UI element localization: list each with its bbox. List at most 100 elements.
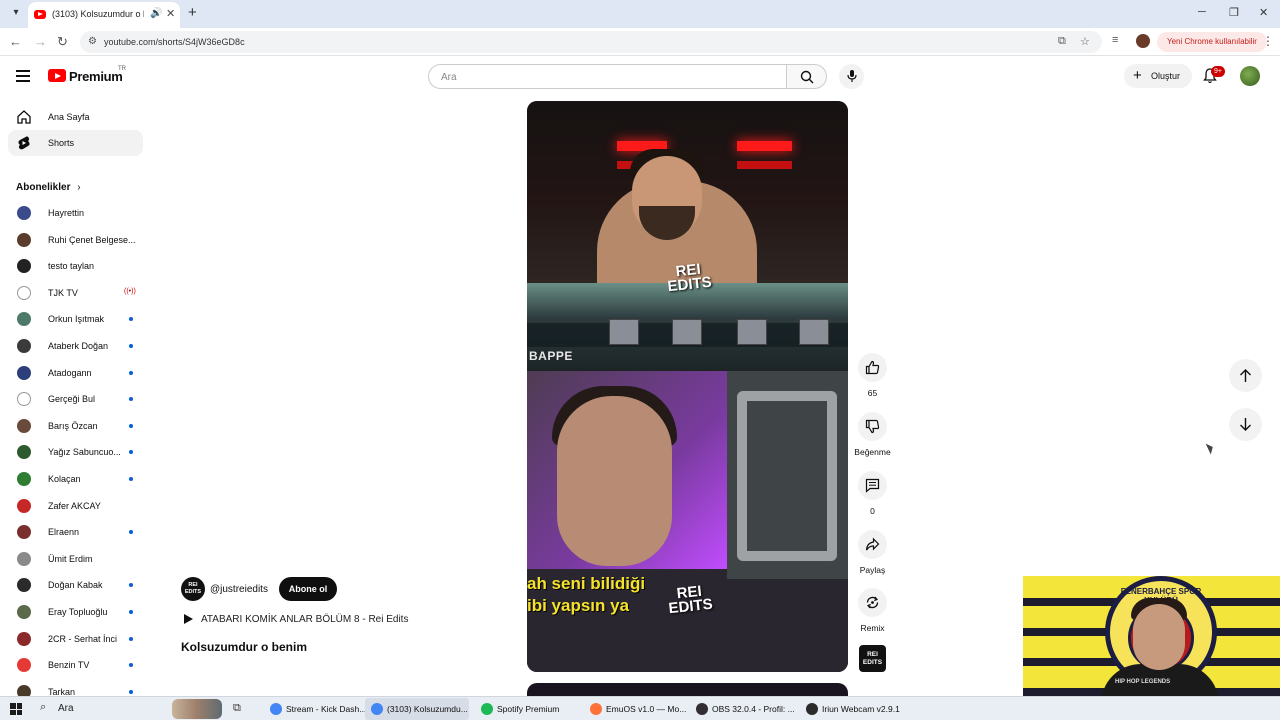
like-button[interactable] xyxy=(858,353,887,382)
subscription-item[interactable]: 2CR - Serhat İnci xyxy=(8,626,143,652)
subscription-item[interactable]: testo taylan xyxy=(8,253,143,279)
forward-icon[interactable]: → xyxy=(34,34,47,49)
windows-start-icon[interactable] xyxy=(10,703,22,715)
next-short-button[interactable] xyxy=(1229,408,1262,441)
tab-close-icon[interactable]: ✕ xyxy=(166,7,175,20)
taskbar-app[interactable]: OBS 32.0.4 - Profil: ... xyxy=(690,698,795,720)
taskbar-app[interactable]: EmuOS v1.0 — Mo... xyxy=(584,698,686,720)
channel-avatar xyxy=(17,658,31,673)
address-bar[interactable]: ⚙ youtube.com/shorts/S4jW36eGD8c ⧉ ☆ xyxy=(80,31,1102,53)
channel-avatar xyxy=(17,339,31,353)
media-control-icon[interactable]: ≡ xyxy=(1112,34,1118,46)
subscription-label: Eray Topluoğlu xyxy=(48,607,108,617)
subscription-item[interactable]: Doğan Kabak xyxy=(8,572,143,598)
taskbar-app[interactable]: Iriun Webcam v2.9.1 xyxy=(800,698,900,720)
youtube-brand[interactable]: Premium xyxy=(69,69,123,84)
search-input[interactable]: Ara xyxy=(428,64,786,89)
subscription-item[interactable]: Benzin TV xyxy=(8,652,143,678)
chrome-update-button[interactable]: Yeni Chrome kullanılabilir xyxy=(1157,32,1267,52)
chrome-menu-icon[interactable]: ⋮ xyxy=(1262,34,1274,48)
back-icon[interactable]: ← xyxy=(9,34,22,49)
voice-search-button[interactable] xyxy=(839,64,864,89)
subscription-item[interactable]: TJK TV ((•)) xyxy=(8,280,143,306)
subscription-label: Yağız Sabuncuo... xyxy=(48,447,121,458)
share-button[interactable] xyxy=(858,530,887,559)
taskbar-app[interactable]: Spotify Premium xyxy=(475,698,575,720)
subscription-item[interactable]: Hayrettin xyxy=(8,200,143,226)
window-close-icon[interactable]: ✕ xyxy=(1259,6,1268,19)
remix-icon xyxy=(866,596,879,609)
subscription-label: Doğan Kabak xyxy=(48,580,103,591)
site-info-icon[interactable]: ⚙ xyxy=(88,36,97,47)
youtube-logo-icon[interactable] xyxy=(48,69,66,82)
browser-tab[interactable]: (3103) Kolsuzumdur o benim 🔊 ✕ xyxy=(28,2,180,28)
caption-line: ibi yapsın ya xyxy=(527,596,630,615)
subscriptions-heading[interactable]: Abonelikler › xyxy=(16,182,81,193)
sound-channel-logo[interactable]: REI EDITS xyxy=(859,645,886,672)
bookmark-star-icon[interactable]: ☆ xyxy=(1080,35,1090,48)
dislike-button[interactable] xyxy=(858,412,887,441)
subscription-item[interactable]: Ruhi Çenet Belgese... xyxy=(8,227,143,253)
reload-icon[interactable]: ↻ xyxy=(57,34,68,50)
subscription-item[interactable]: Gerçeği Bul xyxy=(8,386,143,412)
subscription-item[interactable]: Zafer AKCAY xyxy=(8,493,143,519)
subscription-label: Benzin TV xyxy=(48,660,90,671)
channel-avatar xyxy=(17,684,31,696)
taskbar-app[interactable]: (3103) Kolsuzumdu... xyxy=(365,698,469,720)
share-icon xyxy=(865,537,880,551)
subscription-label: Kolaçan xyxy=(48,474,81,484)
remix-button[interactable] xyxy=(858,588,887,617)
playlist-play-icon[interactable] xyxy=(184,614,193,624)
sidebar-item-shorts[interactable]: Shorts xyxy=(8,130,143,156)
restore-icon[interactable]: ❐ xyxy=(1229,6,1239,19)
channel-avatar xyxy=(17,365,31,380)
minimize-icon[interactable]: ─ xyxy=(1198,6,1206,18)
subscription-item[interactable]: Barış Özcan xyxy=(8,413,143,439)
subscription-item[interactable]: Ümit Erdim xyxy=(8,546,143,572)
profile-avatar[interactable] xyxy=(1136,34,1150,48)
channel-avatar[interactable]: REI EDITS xyxy=(181,577,205,601)
previous-short-button[interactable] xyxy=(1229,359,1262,392)
subscription-label: 2CR - Serhat İnci xyxy=(48,633,118,644)
taskbar-app-label: Spotify Premium xyxy=(497,704,560,714)
subscribe-button[interactable]: Abone ol xyxy=(279,577,337,601)
taskbar-search-label[interactable]: Ara xyxy=(58,703,74,714)
playlist-title[interactable]: ATABARI KOMİK ANLAR BÖLÜM 8 - Rei Edits xyxy=(201,614,408,625)
task-view-icon[interactable]: ⧉ xyxy=(233,702,241,715)
account-avatar[interactable] xyxy=(1240,66,1260,86)
search-button[interactable] xyxy=(786,64,827,89)
menu-icon[interactable] xyxy=(16,70,30,82)
subscription-item[interactable]: Ataberk Doğan xyxy=(8,333,143,359)
new-tab-icon[interactable]: + xyxy=(188,4,197,21)
channel-avatar xyxy=(17,498,31,513)
subscription-item[interactable]: Kolaçan xyxy=(8,466,143,492)
comments-button[interactable] xyxy=(858,471,887,500)
taskbar-app[interactable]: Stream - Kick Dash... xyxy=(264,698,366,720)
subscription-item[interactable]: Atadogann xyxy=(8,360,143,386)
short-video-player[interactable]: BAPPE ah seni bilidiği ibi yapsın ya REI… xyxy=(527,101,848,672)
install-app-icon[interactable]: ⧉ xyxy=(1058,35,1066,48)
channel-handle[interactable]: @justreiedits xyxy=(210,584,268,595)
taskbar-app-label: (3103) Kolsuzumdu... xyxy=(387,704,468,714)
subscription-item[interactable]: Orkun Işıtmak xyxy=(8,306,143,332)
subscription-item[interactable]: Tarkan xyxy=(8,679,143,696)
tab-search-icon[interactable]: ▾ xyxy=(8,5,24,21)
sidebar-item-home[interactable]: Ana Sayfa xyxy=(8,104,143,130)
sidebar-item-label: Ana Sayfa xyxy=(48,112,90,122)
create-button[interactable]: + Oluştur xyxy=(1124,64,1192,88)
subscription-label: Zafer AKCAY xyxy=(48,500,101,511)
taskbar-search-icon[interactable]: ⌕ xyxy=(40,701,46,714)
subscription-item[interactable]: Yağız Sabuncuo... xyxy=(8,439,143,465)
agent-portrait xyxy=(799,319,829,345)
speaker-icon[interactable]: 🔊 xyxy=(150,8,162,19)
new-content-dot xyxy=(129,610,133,614)
subscription-item[interactable]: Elraenn xyxy=(8,519,143,545)
channel-avatar xyxy=(17,285,31,300)
video-caption: ah seni bilidiği ibi yapsın ya xyxy=(527,573,645,617)
url-text: youtube.com/shorts/S4jW36eGD8c xyxy=(104,37,245,47)
subscription-item[interactable]: Eray Topluoğlu xyxy=(8,599,143,625)
thumbs-down-icon xyxy=(865,419,880,434)
video-title[interactable]: Kolsuzumdur o benim xyxy=(181,640,307,654)
thumbs-up-icon xyxy=(865,360,880,375)
taskbar-widget-thumbnail[interactable] xyxy=(172,699,222,719)
